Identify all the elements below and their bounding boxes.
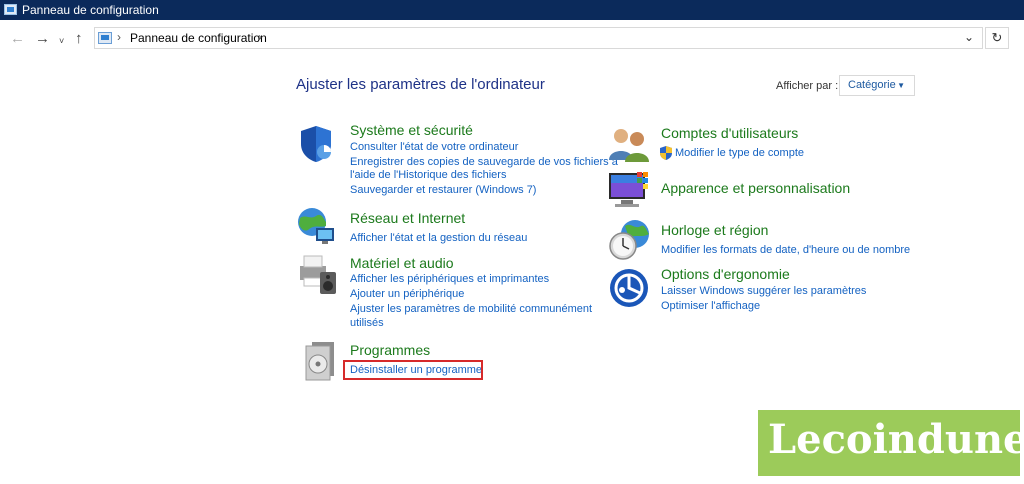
refresh-button[interactable]: ↻: [985, 27, 1009, 49]
control-panel-icon: [98, 32, 112, 44]
page-heading: Ajuster les paramètres de l'ordinateur: [296, 76, 545, 93]
link-file-history-cont[interactable]: l'aide de l'Historique des fichiers: [350, 168, 506, 182]
link-change-account-type[interactable]: Modifier le type de compte: [675, 146, 804, 160]
category-network-internet[interactable]: Réseau et Internet: [350, 210, 465, 226]
window-title: Panneau de configuration: [22, 3, 159, 17]
category-appearance[interactable]: Apparence et personnalisation: [661, 180, 850, 196]
breadcrumb-chevron-icon[interactable]: ›: [258, 30, 262, 44]
address-bar[interactable]: › Panneau de configuration › ⌄: [94, 27, 983, 49]
breadcrumb-chevron-icon[interactable]: ›: [117, 30, 121, 44]
chevron-down-icon: ˅: [59, 36, 65, 46]
link-add-device[interactable]: Ajouter un périphérique: [350, 287, 464, 301]
link-network-status[interactable]: Afficher l'état et la gestion du réseau: [350, 231, 527, 245]
chevron-down-icon[interactable]: ⌄: [964, 30, 974, 44]
arrow-right-icon: →: [35, 30, 50, 47]
watermark-logo: Lecoindunet: [758, 410, 1024, 476]
printer-speaker-icon: [300, 255, 336, 294]
refresh-icon: ↻: [991, 30, 1003, 45]
title-bar: Panneau de configuration: [0, 0, 1024, 20]
shield-icon: [301, 126, 331, 162]
link-mobility-settings-cont[interactable]: utilisés: [350, 316, 384, 330]
users-icon: [609, 129, 649, 162]
category-ease-of-access[interactable]: Options d'ergonomie: [661, 266, 790, 282]
breadcrumb-item[interactable]: Panneau de configuration: [130, 31, 267, 46]
category-clock-region[interactable]: Horloge et région: [661, 222, 768, 238]
programs-disc-icon: [305, 342, 334, 381]
uac-shield-icon: [660, 146, 672, 160]
recent-locations-button[interactable]: ˅: [59, 31, 64, 51]
caret-down-icon: ▼: [897, 81, 905, 90]
forward-button[interactable]: →: [35, 29, 50, 49]
network-globe-icon: [298, 208, 334, 244]
control-panel-icon: [4, 4, 17, 15]
up-button[interactable]: ↑: [75, 29, 83, 49]
clock-globe-icon: [609, 220, 649, 260]
view-by-label: Afficher par :: [776, 80, 839, 92]
link-file-history[interactable]: Enregistrer des copies de sauvegarde de …: [350, 155, 618, 169]
category-user-accounts[interactable]: Comptes d'utilisateurs: [661, 125, 798, 141]
monitor-palette-icon: [609, 172, 648, 207]
link-devices-printers[interactable]: Afficher les périphériques et imprimante…: [350, 272, 549, 286]
ease-of-access-icon: [610, 269, 648, 307]
back-button[interactable]: ←: [10, 29, 25, 49]
view-by-value: Catégorie: [848, 79, 896, 91]
highlight-box: [343, 360, 483, 380]
category-hardware-sound[interactable]: Matériel et audio: [350, 255, 454, 271]
view-by-dropdown[interactable]: Catégorie ▼: [839, 75, 915, 96]
link-backup-restore[interactable]: Sauvegarder et restaurer (Windows 7): [350, 183, 536, 197]
watermark-text: Lecoindunet: [768, 416, 1024, 463]
category-system-security[interactable]: Système et sécurité: [350, 122, 473, 138]
arrow-left-icon: ←: [10, 30, 25, 47]
link-optimize-display[interactable]: Optimiser l'affichage: [661, 299, 760, 313]
link-change-date-formats[interactable]: Modifier les formats de date, d'heure ou…: [661, 243, 910, 257]
link-let-windows-suggest[interactable]: Laisser Windows suggérer les paramètres: [661, 284, 866, 298]
link-mobility-settings[interactable]: Ajuster les paramètres de mobilité commu…: [350, 302, 592, 316]
link-check-computer-status[interactable]: Consulter l'état de votre ordinateur: [350, 140, 518, 154]
category-programs[interactable]: Programmes: [350, 342, 430, 358]
arrow-up-icon: ↑: [75, 30, 83, 47]
